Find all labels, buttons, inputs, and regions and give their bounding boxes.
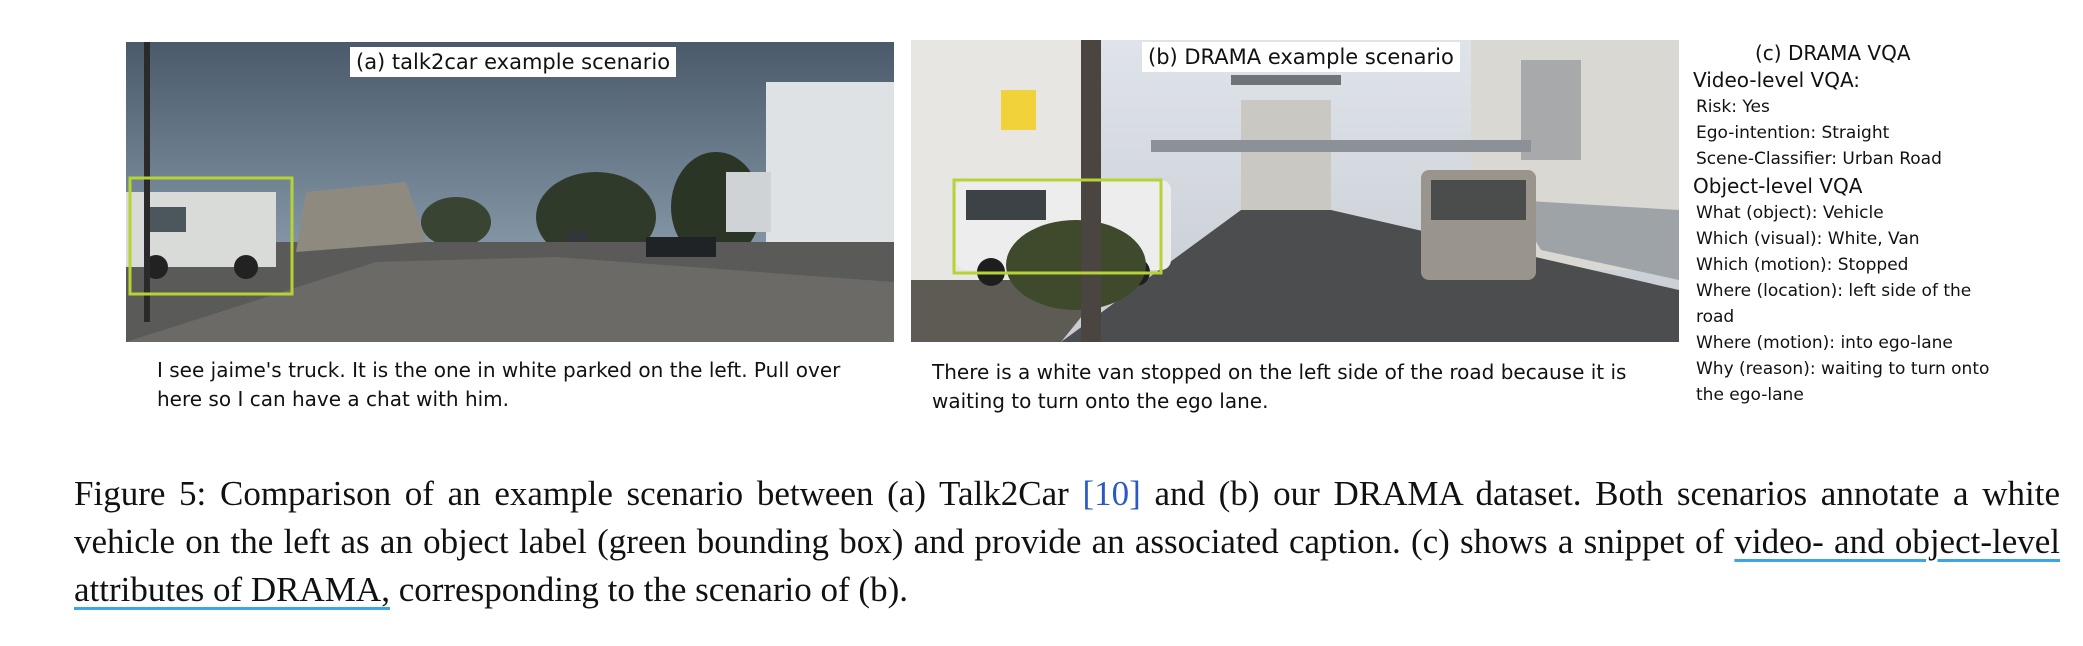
vqa-item: Risk: Yes xyxy=(1696,97,1770,117)
citation-link[interactable]: [10] xyxy=(1082,474,1140,513)
object-level-heading: Object-level VQA xyxy=(1693,174,1863,198)
vqa-item: Why (reason): waiting to turn onto the e… xyxy=(1696,359,1990,405)
caption-text: corresponding to the scenario of (b). xyxy=(398,570,908,609)
panel-a-caption: I see jaime's truck. It is the one in wh… xyxy=(157,358,841,411)
video-level-heading: Video-level VQA: xyxy=(1693,68,1861,92)
vqa-item: What (object): Vehicle xyxy=(1696,203,1884,223)
vqa-item: Which (visual): White, Van xyxy=(1696,229,1920,249)
caption-text: Comparison of an example scenario betwee… xyxy=(219,474,1069,513)
drama-scene-image xyxy=(911,40,1679,342)
vqa-item: Ego-intention: Straight xyxy=(1696,123,1890,143)
talk2car-scene-image xyxy=(126,42,894,342)
figure-label: Figure 5: xyxy=(74,474,207,513)
panel-a-title: (a) talk2car example scenario xyxy=(350,47,677,77)
vqa-item: Scene-Classifier: Urban Road xyxy=(1696,149,1942,169)
vqa-item: Where (motion): into ego-lane xyxy=(1696,333,1953,353)
vqa-item: Where (location): left side of the road xyxy=(1696,281,1972,327)
panel-b-caption: There is a white van stopped on the left… xyxy=(932,360,1627,413)
drama-vqa-panel: (c) DRAMA VQA Video-level VQA: Risk: Yes… xyxy=(1693,40,2053,408)
figure-caption: Figure 5: Comparison of an example scena… xyxy=(74,470,2060,614)
vqa-item: Which (motion): Stopped xyxy=(1696,255,1909,275)
panel-b-title: (b) DRAMA example scenario xyxy=(1142,42,1460,72)
panel-c-title: (c) DRAMA VQA xyxy=(1755,41,1911,65)
